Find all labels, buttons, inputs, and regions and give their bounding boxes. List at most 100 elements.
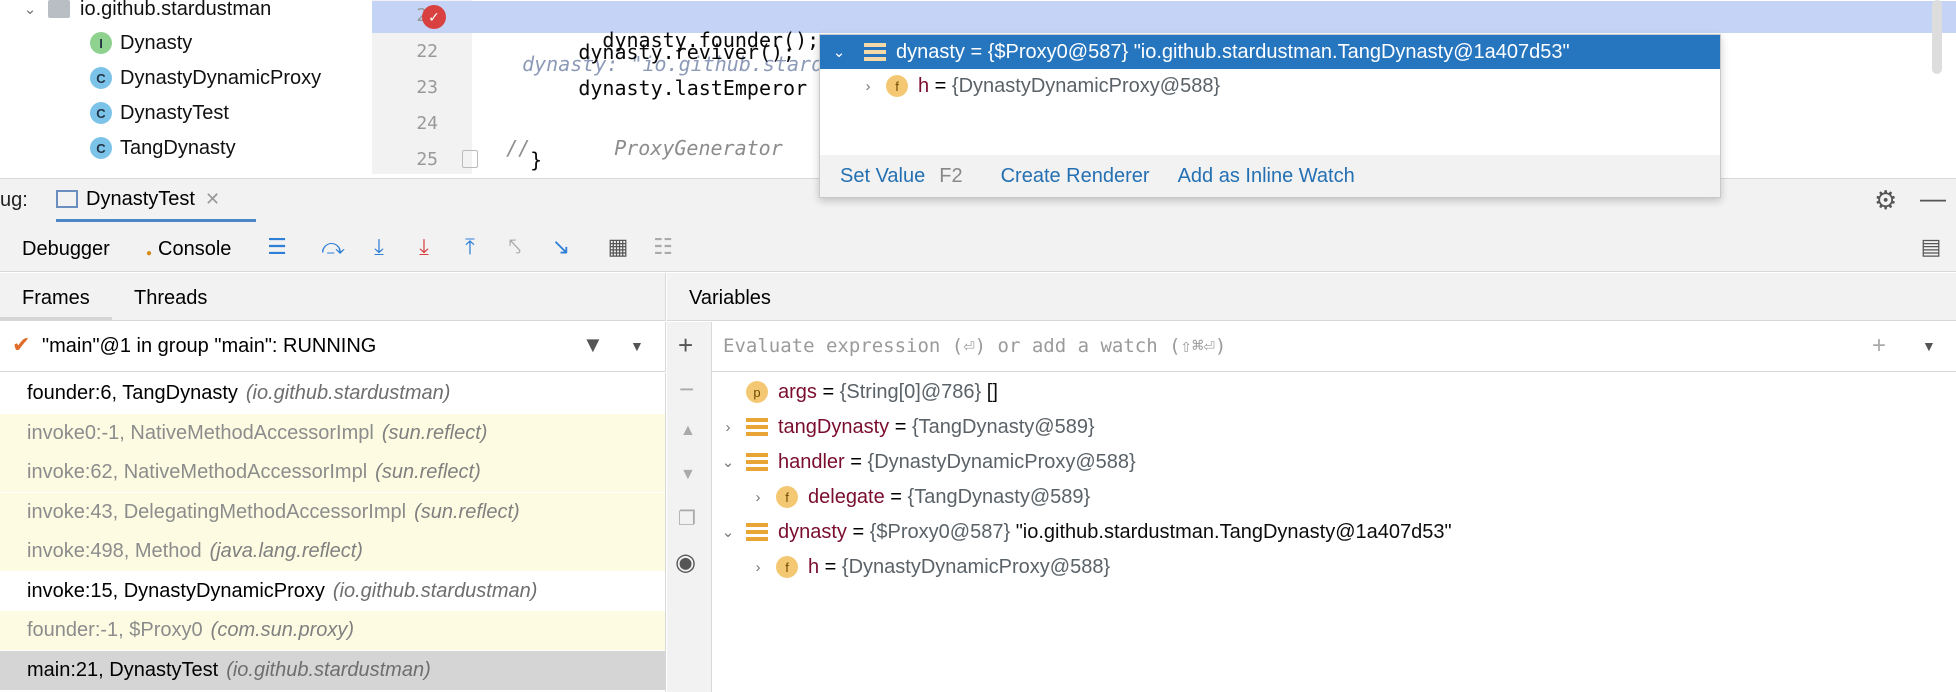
variable-row[interactable]: › f delegate = {TangDynasty@589}: [746, 480, 1090, 514]
variable-row[interactable]: › f h = {DynastyDynamicProxy@588}: [746, 550, 1110, 584]
chevron-down-icon[interactable]: ⌄: [18, 0, 42, 18]
line-number: 22: [416, 41, 438, 62]
frame-row[interactable]: invoke:43, DelegatingMethodAccessorImpl (…: [0, 492, 665, 532]
variables-panel-header: Variables: [667, 273, 1956, 321]
remove-icon[interactable]: −: [679, 374, 694, 405]
frame-row[interactable]: founder:6, TangDynasty (io.github.stardus…: [0, 374, 665, 413]
copy-icon[interactable]: ❐: [678, 506, 696, 531]
line-number: 24: [416, 113, 438, 134]
step-over-icon[interactable]: ⤼: [318, 232, 348, 262]
close-icon[interactable]: ✕: [205, 189, 220, 210]
frame-method: invoke0:-1, NativeMethodAccessorImpl: [27, 421, 374, 444]
minimize-icon[interactable]: —: [1920, 183, 1946, 214]
variable-equals: =: [816, 380, 840, 403]
watch-input-row[interactable]: Evaluate expression (⏎) or add a watch (…: [712, 322, 1956, 372]
chevron-down-icon[interactable]: ⌄: [716, 523, 740, 541]
move-up-icon[interactable]: ▲: [680, 422, 696, 440]
popup-equals: =: [964, 40, 988, 63]
threads-tab[interactable]: Threads: [134, 287, 207, 310]
frame-method: invoke:43, DelegatingMethodAccessorImpl: [27, 500, 407, 523]
layout-settings-icon[interactable]: ▤: [1916, 232, 1946, 262]
class-icon: C: [90, 137, 112, 159]
chevron-right-icon[interactable]: ›: [856, 78, 880, 95]
debugger-tab[interactable]: Debugger: [22, 238, 110, 261]
set-value-link[interactable]: Set Value: [840, 165, 925, 188]
popup-child-row[interactable]: › f h = {DynastyDynamicProxy@588}: [820, 69, 1220, 103]
field-icon: f: [776, 486, 798, 508]
editor-scrollbar[interactable]: [1932, 0, 1942, 74]
variable-name: dynasty: [778, 520, 847, 543]
eye-icon[interactable]: ◉: [675, 548, 696, 577]
frames-list-icon[interactable]: ☰: [262, 232, 292, 262]
tree-item-dynastydynamicproxy[interactable]: C DynastyDynamicProxy: [90, 63, 321, 93]
create-renderer-link[interactable]: Create Renderer: [1001, 165, 1150, 188]
trace-icon[interactable]: ☷: [648, 232, 678, 262]
frame-row[interactable]: invoke:498, Method (java.lang.reflect): [0, 532, 665, 571]
tree-item-label: TangDynasty: [120, 136, 236, 159]
tree-item-dynastytest[interactable]: C DynastyTest: [90, 98, 229, 128]
variable-row[interactable]: › tangDynasty = {TangDynasty@589}: [716, 410, 1095, 444]
popup-child-equals: =: [929, 74, 952, 97]
variable-name: delegate: [808, 485, 885, 508]
console-warning-icon: ●: [146, 248, 153, 259]
frame-row[interactable]: founder:-1, $Proxy0 (com.sun.proxy): [0, 611, 665, 650]
fold-icon[interactable]: [462, 150, 478, 168]
chevron-down-icon[interactable]: ⌄: [716, 453, 740, 471]
popup-child-type: {DynastyDynamicProxy@588}: [951, 74, 1221, 97]
frame-package: (sun.reflect): [375, 461, 481, 483]
frames-tab-underline: [0, 273, 112, 320]
evaluate-expression-icon[interactable]: ▦: [603, 232, 633, 262]
step-out-icon[interactable]: ⤒: [455, 232, 485, 262]
tree-item-tangdynasty[interactable]: C TangDynasty: [90, 133, 236, 163]
variable-type: {String[0]@786}: [839, 380, 982, 403]
filter-icon[interactable]: ▼: [582, 332, 604, 358]
tree-item-label: DynastyDynamicProxy: [120, 66, 322, 89]
variable-row[interactable]: ⌄ dynasty = {$Proxy0@587} "io.github.star…: [716, 515, 1452, 549]
popup-var-type: {$Proxy0@587}: [987, 40, 1129, 63]
drop-frame-icon[interactable]: ⤣: [500, 232, 530, 262]
set-value-shortcut: F2: [939, 164, 963, 187]
gear-icon[interactable]: ⚙: [1874, 185, 1897, 216]
run-config-icon: [56, 190, 78, 208]
variable-row[interactable]: ⌄ handler = {DynastyDynamicProxy@588}: [716, 445, 1136, 479]
variable-equals: =: [819, 555, 842, 578]
session-tab[interactable]: DynastyTest ✕: [56, 179, 256, 223]
tree-item-dynasty[interactable]: I Dynasty: [90, 28, 192, 58]
thread-selector[interactable]: ✔ "main"@1 in group "main": RUNNING ▼ ▼: [0, 322, 666, 372]
chevron-right-icon[interactable]: ›: [746, 489, 770, 506]
run-to-cursor-icon[interactable]: ↘: [546, 232, 576, 262]
popup-child-name: h: [918, 74, 930, 97]
add-inline-watch-link[interactable]: Add as Inline Watch: [1178, 165, 1355, 188]
tree-package-row[interactable]: ⌄ io.github.stardustman: [18, 0, 271, 24]
breakpoint-icon[interactable]: ✓: [422, 5, 446, 29]
test-class-icon: C: [90, 102, 112, 124]
console-tab[interactable]: Console: [158, 238, 231, 261]
add-icon[interactable]: +: [678, 330, 693, 361]
move-down-icon[interactable]: ▼: [680, 466, 696, 484]
variables-tree: p args = {String[0]@786} [] › tangDynasty =…: [712, 374, 1956, 692]
force-step-into-icon[interactable]: ⤓: [409, 232, 439, 262]
package-label: io.github.stardustman: [80, 0, 272, 20]
chevron-down-icon[interactable]: ▼: [630, 338, 644, 354]
frame-row[interactable]: main:21, DynastyTest (io.github.stardustm…: [0, 650, 665, 690]
variable-row[interactable]: p args = {String[0]@786} []: [716, 375, 998, 409]
chevron-right-icon[interactable]: ›: [716, 419, 740, 436]
chevron-down-icon[interactable]: ▼: [1922, 338, 1936, 354]
add-watch-icon[interactable]: +: [1872, 332, 1886, 360]
step-into-icon[interactable]: ⤓: [364, 232, 394, 262]
frame-row[interactable]: invoke:15, DynastyDynamicProxy (io.github…: [0, 572, 665, 611]
variable-equals: =: [844, 450, 868, 473]
class-icon: C: [90, 67, 112, 89]
variable-type: {DynastyDynamicProxy@588}: [867, 450, 1136, 473]
chevron-right-icon[interactable]: ›: [746, 559, 770, 576]
variable-value: "io.github.stardustman.TangDynasty@1a407…: [1010, 520, 1452, 543]
frame-row[interactable]: invoke0:-1, NativeMethodAccessorImpl (sun…: [0, 413, 665, 453]
code-comment-text: ProxyGenerator: [614, 136, 783, 160]
frame-row[interactable]: invoke:62, NativeMethodAccessorImpl (sun.…: [0, 453, 665, 492]
debug-label: ug:: [0, 189, 28, 211]
frame-package: (sun.reflect): [414, 500, 520, 523]
watch-input-placeholder[interactable]: Evaluate expression (⏎) or add a watch (…: [723, 335, 1226, 357]
variable-name: tangDynasty: [778, 415, 890, 438]
popup-selected-row[interactable]: ⌄ dynasty = {$Proxy0@587} "io.github.sta…: [820, 35, 1720, 69]
chevron-down-icon[interactable]: ⌄: [824, 43, 854, 61]
